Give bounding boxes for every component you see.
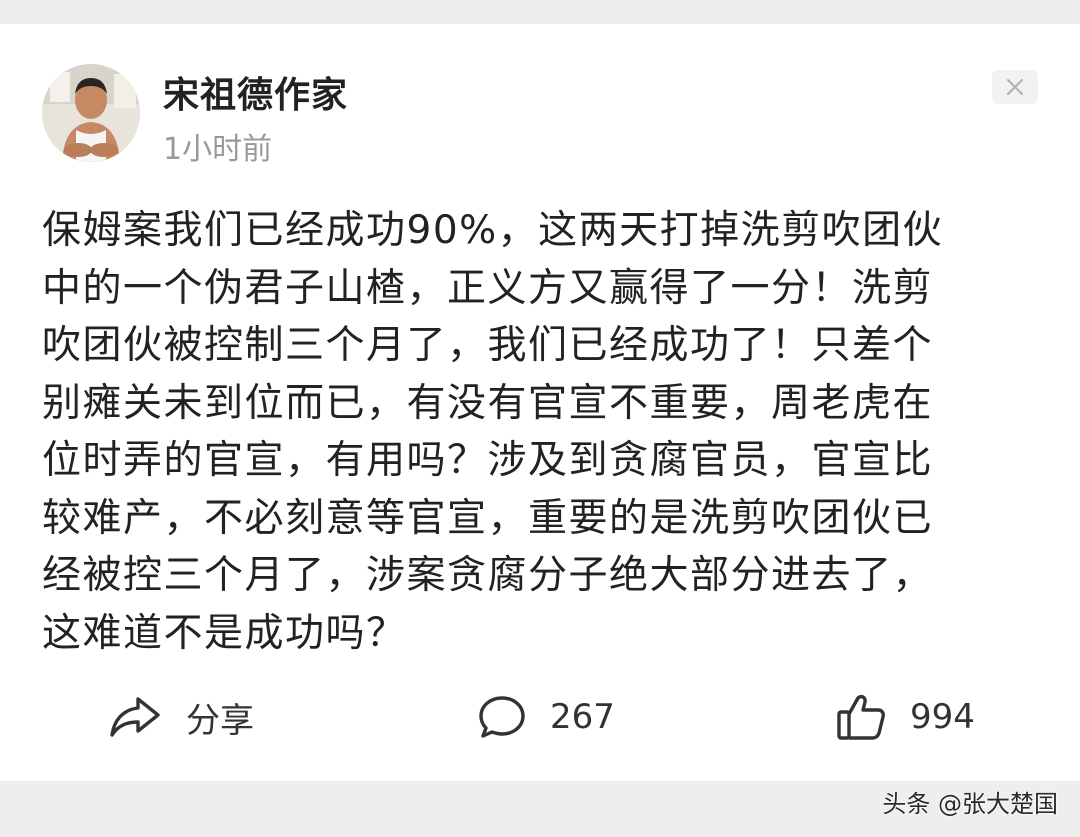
comment-count: 267 — [550, 697, 615, 737]
share-label: 分享 — [186, 700, 254, 741]
comment-button[interactable]: 267 — [478, 692, 615, 742]
share-icon — [110, 697, 160, 737]
watermark-text: 头条 @张大楚国 — [882, 790, 1058, 818]
post-body-text: 保姆案我们已经成功90%，这两天打掉洗剪吹团伙 中的一个伪君子山楂，正义方又赢得… — [42, 208, 944, 656]
thumbs-up-icon — [837, 694, 885, 740]
comment-icon — [479, 696, 525, 738]
post-timestamp: 1小时前 — [163, 132, 273, 167]
top-separator — [0, 0, 1080, 24]
close-icon — [1007, 79, 1023, 95]
post-card: 宋祖德作家 1小时前 保姆案我们已经成功90%，这两天打掉洗剪吹团伙 中的一个伪… — [0, 24, 1080, 781]
author-name[interactable]: 宋祖德作家 — [163, 66, 348, 118]
share-button[interactable]: 分享 — [108, 692, 254, 742]
like-count: 994 — [910, 697, 975, 737]
avatar[interactable] — [42, 64, 140, 162]
like-button[interactable]: 994 — [836, 692, 975, 742]
close-button[interactable] — [992, 70, 1038, 104]
